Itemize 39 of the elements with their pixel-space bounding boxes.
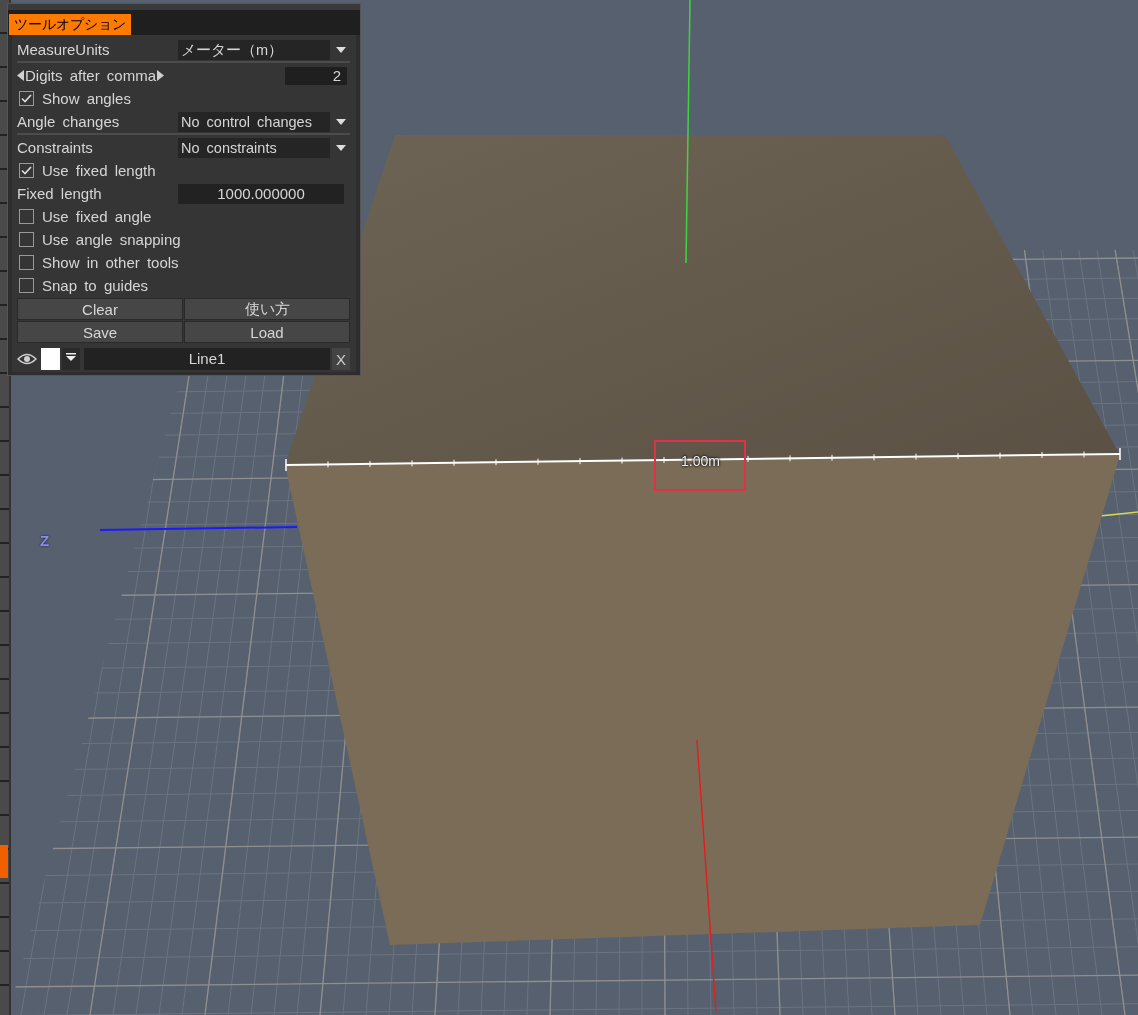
panel-button[interactable]: 使い方 — [184, 298, 350, 320]
axis-label: Z — [40, 532, 50, 549]
checkbox[interactable] — [19, 278, 34, 293]
checkbox[interactable] — [19, 232, 34, 247]
caret-icon[interactable] — [336, 46, 346, 53]
dropdown[interactable]: No control changes — [178, 111, 330, 132]
close-button[interactable]: X — [332, 348, 350, 370]
panel-title-tab[interactable]: ツールオプション — [9, 14, 131, 35]
checkbox[interactable] — [19, 163, 34, 178]
checkbox-label: Use fixed length — [42, 162, 156, 179]
checkbox-label: Snap to guides — [42, 277, 149, 294]
option-label: MeasureUnits — [17, 41, 111, 58]
panel-button[interactable]: Clear — [17, 298, 183, 320]
left-arrow-icon[interactable] — [17, 70, 24, 81]
option-label: Fixed length — [17, 185, 103, 202]
dropdown[interactable]: メーター（m） — [178, 39, 330, 60]
checkbox[interactable] — [19, 209, 34, 224]
x-axis-line — [1099, 511, 1138, 517]
checkbox-label: Use angle snapping — [42, 231, 181, 248]
option-label: Angle changes — [17, 113, 121, 130]
caret-icon[interactable] — [336, 118, 346, 125]
checkbox-label: Use fixed angle — [42, 208, 152, 225]
caret-icon[interactable] — [336, 144, 346, 151]
number-field[interactable]: 2 — [285, 66, 347, 85]
color-swatch[interactable] — [41, 348, 60, 370]
panel-button[interactable]: Save — [17, 321, 183, 343]
right-arrow-icon[interactable] — [157, 70, 165, 81]
option-label: Constraints — [17, 139, 94, 156]
checkbox[interactable] — [19, 255, 34, 270]
panel-button[interactable]: Load — [184, 321, 350, 343]
checkbox-label: Show angles — [42, 90, 131, 107]
eye-icon[interactable] — [17, 353, 37, 365]
option-label: Digits after comma — [25, 67, 157, 84]
checkbox[interactable] — [19, 91, 34, 106]
line-name-field[interactable]: Line1 — [84, 348, 330, 370]
dropdown[interactable]: No constraints — [178, 137, 330, 158]
caret-icon[interactable] — [62, 348, 80, 370]
input-field[interactable]: 1000.000000 — [178, 183, 344, 204]
checkbox-label: Show in other tools — [42, 254, 179, 271]
